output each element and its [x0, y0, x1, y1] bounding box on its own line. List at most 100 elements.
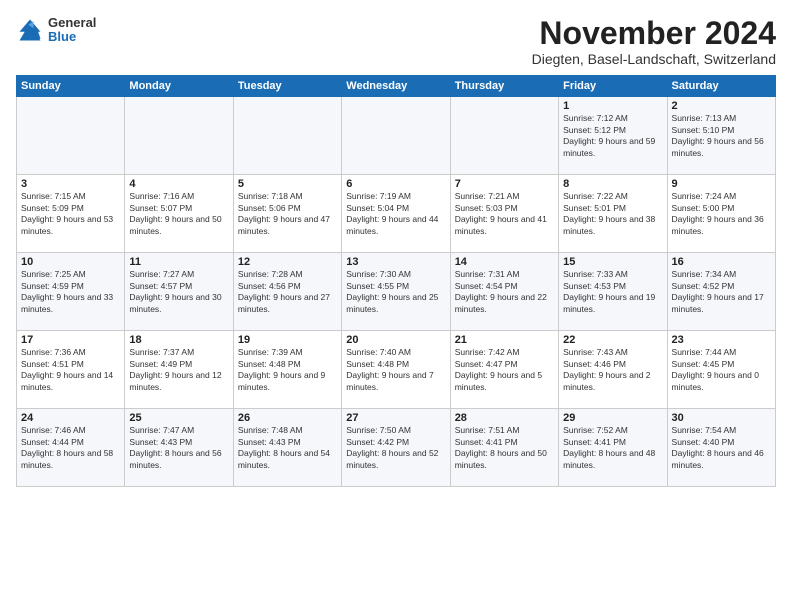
day-number: 5	[238, 178, 337, 190]
month-title: November 2024	[532, 16, 776, 51]
day-number: 13	[346, 256, 445, 268]
day-cell: 11Sunrise: 7:27 AMSunset: 4:57 PMDayligh…	[125, 253, 233, 331]
day-detail: Sunrise: 7:46 AMSunset: 4:44 PMDaylight:…	[21, 425, 113, 469]
day-number: 22	[563, 334, 662, 346]
day-number: 2	[672, 100, 771, 112]
col-tuesday: Tuesday	[233, 76, 341, 97]
day-cell: 22Sunrise: 7:43 AMSunset: 4:46 PMDayligh…	[559, 331, 667, 409]
day-detail: Sunrise: 7:40 AMSunset: 4:48 PMDaylight:…	[346, 347, 433, 391]
week-row-2: 3Sunrise: 7:15 AMSunset: 5:09 PMDaylight…	[17, 175, 776, 253]
day-number: 18	[129, 334, 228, 346]
day-cell: 14Sunrise: 7:31 AMSunset: 4:54 PMDayligh…	[450, 253, 558, 331]
day-detail: Sunrise: 7:19 AMSunset: 5:04 PMDaylight:…	[346, 191, 438, 235]
col-wednesday: Wednesday	[342, 76, 450, 97]
logo: General Blue	[16, 16, 96, 45]
day-cell	[450, 97, 558, 175]
day-detail: Sunrise: 7:33 AMSunset: 4:53 PMDaylight:…	[563, 269, 655, 313]
day-number: 9	[672, 178, 771, 190]
day-number: 21	[455, 334, 554, 346]
day-cell: 3Sunrise: 7:15 AMSunset: 5:09 PMDaylight…	[17, 175, 125, 253]
calendar-body: 1Sunrise: 7:12 AMSunset: 5:12 PMDaylight…	[17, 97, 776, 487]
day-number: 16	[672, 256, 771, 268]
day-cell: 20Sunrise: 7:40 AMSunset: 4:48 PMDayligh…	[342, 331, 450, 409]
day-number: 20	[346, 334, 445, 346]
logo-blue-text: Blue	[48, 30, 96, 44]
day-detail: Sunrise: 7:25 AMSunset: 4:59 PMDaylight:…	[21, 269, 113, 313]
day-number: 15	[563, 256, 662, 268]
day-detail: Sunrise: 7:48 AMSunset: 4:43 PMDaylight:…	[238, 425, 330, 469]
day-cell	[125, 97, 233, 175]
location: Diegten, Basel-Landschaft, Switzerland	[532, 51, 776, 67]
logo-general-text: General	[48, 16, 96, 30]
col-saturday: Saturday	[667, 76, 775, 97]
day-cell	[342, 97, 450, 175]
week-row-1: 1Sunrise: 7:12 AMSunset: 5:12 PMDaylight…	[17, 97, 776, 175]
title-block: November 2024 Diegten, Basel-Landschaft,…	[532, 16, 776, 67]
day-number: 1	[563, 100, 662, 112]
day-cell: 15Sunrise: 7:33 AMSunset: 4:53 PMDayligh…	[559, 253, 667, 331]
col-sunday: Sunday	[17, 76, 125, 97]
day-cell: 27Sunrise: 7:50 AMSunset: 4:42 PMDayligh…	[342, 409, 450, 487]
day-detail: Sunrise: 7:15 AMSunset: 5:09 PMDaylight:…	[21, 191, 113, 235]
day-detail: Sunrise: 7:44 AMSunset: 4:45 PMDaylight:…	[672, 347, 759, 391]
day-cell: 8Sunrise: 7:22 AMSunset: 5:01 PMDaylight…	[559, 175, 667, 253]
day-number: 24	[21, 412, 120, 424]
day-cell: 12Sunrise: 7:28 AMSunset: 4:56 PMDayligh…	[233, 253, 341, 331]
day-detail: Sunrise: 7:43 AMSunset: 4:46 PMDaylight:…	[563, 347, 650, 391]
day-number: 25	[129, 412, 228, 424]
day-number: 29	[563, 412, 662, 424]
page: General Blue November 2024 Diegten, Base…	[0, 0, 792, 612]
day-cell: 18Sunrise: 7:37 AMSunset: 4:49 PMDayligh…	[125, 331, 233, 409]
day-number: 30	[672, 412, 771, 424]
day-detail: Sunrise: 7:34 AMSunset: 4:52 PMDaylight:…	[672, 269, 764, 313]
day-detail: Sunrise: 7:21 AMSunset: 5:03 PMDaylight:…	[455, 191, 547, 235]
day-cell: 4Sunrise: 7:16 AMSunset: 5:07 PMDaylight…	[125, 175, 233, 253]
day-detail: Sunrise: 7:52 AMSunset: 4:41 PMDaylight:…	[563, 425, 655, 469]
day-detail: Sunrise: 7:36 AMSunset: 4:51 PMDaylight:…	[21, 347, 113, 391]
day-number: 12	[238, 256, 337, 268]
day-number: 11	[129, 256, 228, 268]
day-cell: 7Sunrise: 7:21 AMSunset: 5:03 PMDaylight…	[450, 175, 558, 253]
header-row: Sunday Monday Tuesday Wednesday Thursday…	[17, 76, 776, 97]
day-cell: 28Sunrise: 7:51 AMSunset: 4:41 PMDayligh…	[450, 409, 558, 487]
day-cell: 24Sunrise: 7:46 AMSunset: 4:44 PMDayligh…	[17, 409, 125, 487]
day-detail: Sunrise: 7:27 AMSunset: 4:57 PMDaylight:…	[129, 269, 221, 313]
day-number: 7	[455, 178, 554, 190]
day-detail: Sunrise: 7:54 AMSunset: 4:40 PMDaylight:…	[672, 425, 764, 469]
day-detail: Sunrise: 7:51 AMSunset: 4:41 PMDaylight:…	[455, 425, 547, 469]
day-detail: Sunrise: 7:31 AMSunset: 4:54 PMDaylight:…	[455, 269, 547, 313]
day-detail: Sunrise: 7:13 AMSunset: 5:10 PMDaylight:…	[672, 113, 764, 157]
day-cell: 23Sunrise: 7:44 AMSunset: 4:45 PMDayligh…	[667, 331, 775, 409]
day-cell: 2Sunrise: 7:13 AMSunset: 5:10 PMDaylight…	[667, 97, 775, 175]
day-cell: 30Sunrise: 7:54 AMSunset: 4:40 PMDayligh…	[667, 409, 775, 487]
day-detail: Sunrise: 7:12 AMSunset: 5:12 PMDaylight:…	[563, 113, 655, 157]
week-row-3: 10Sunrise: 7:25 AMSunset: 4:59 PMDayligh…	[17, 253, 776, 331]
day-cell	[233, 97, 341, 175]
day-detail: Sunrise: 7:39 AMSunset: 4:48 PMDaylight:…	[238, 347, 325, 391]
day-cell: 29Sunrise: 7:52 AMSunset: 4:41 PMDayligh…	[559, 409, 667, 487]
day-number: 28	[455, 412, 554, 424]
day-cell: 13Sunrise: 7:30 AMSunset: 4:55 PMDayligh…	[342, 253, 450, 331]
col-friday: Friday	[559, 76, 667, 97]
day-detail: Sunrise: 7:37 AMSunset: 4:49 PMDaylight:…	[129, 347, 221, 391]
day-cell: 1Sunrise: 7:12 AMSunset: 5:12 PMDaylight…	[559, 97, 667, 175]
col-thursday: Thursday	[450, 76, 558, 97]
day-number: 3	[21, 178, 120, 190]
logo-icon	[16, 16, 44, 44]
day-number: 26	[238, 412, 337, 424]
calendar-table: Sunday Monday Tuesday Wednesday Thursday…	[16, 75, 776, 487]
day-number: 4	[129, 178, 228, 190]
day-number: 10	[21, 256, 120, 268]
day-number: 27	[346, 412, 445, 424]
week-row-4: 17Sunrise: 7:36 AMSunset: 4:51 PMDayligh…	[17, 331, 776, 409]
day-detail: Sunrise: 7:24 AMSunset: 5:00 PMDaylight:…	[672, 191, 764, 235]
calendar-header: Sunday Monday Tuesday Wednesday Thursday…	[17, 76, 776, 97]
day-cell: 25Sunrise: 7:47 AMSunset: 4:43 PMDayligh…	[125, 409, 233, 487]
day-cell: 19Sunrise: 7:39 AMSunset: 4:48 PMDayligh…	[233, 331, 341, 409]
day-detail: Sunrise: 7:16 AMSunset: 5:07 PMDaylight:…	[129, 191, 221, 235]
header: General Blue November 2024 Diegten, Base…	[16, 16, 776, 67]
day-cell	[17, 97, 125, 175]
day-number: 19	[238, 334, 337, 346]
day-cell: 16Sunrise: 7:34 AMSunset: 4:52 PMDayligh…	[667, 253, 775, 331]
day-number: 6	[346, 178, 445, 190]
